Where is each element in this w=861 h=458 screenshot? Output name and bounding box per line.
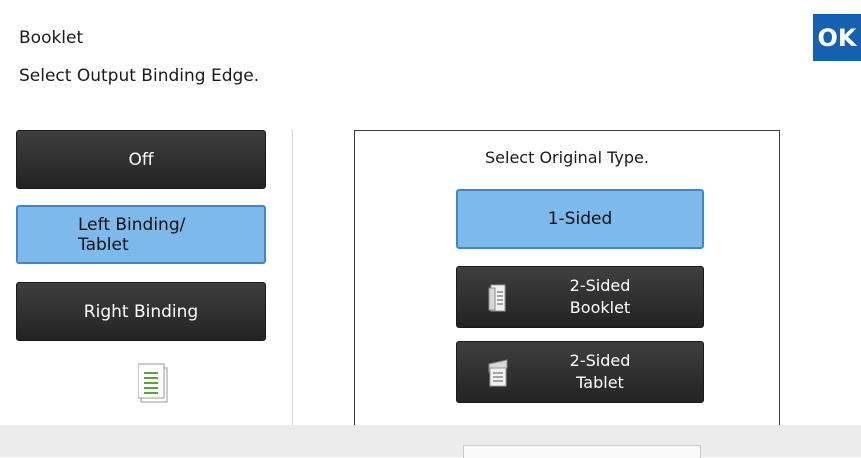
one-sided-button[interactable]: 1-Sided bbox=[456, 189, 704, 249]
binding-left-button[interactable]: Left Binding/ Tablet bbox=[16, 205, 266, 264]
booklet-line2: Booklet bbox=[569, 298, 631, 317]
two-sided-booklet-label: 2-Sided Booklet bbox=[570, 275, 631, 319]
binding-off-label: Off bbox=[128, 149, 154, 170]
binding-off-button[interactable]: Off bbox=[16, 130, 266, 189]
ok-button[interactable]: OK bbox=[813, 14, 861, 61]
binding-left-label: Left Binding/ Tablet bbox=[78, 214, 186, 255]
binding-right-label: Right Binding bbox=[83, 301, 199, 322]
booklet-icon bbox=[488, 284, 506, 312]
two-sided-tablet-label: 2-Sided Tablet bbox=[570, 350, 631, 394]
tablet-icon bbox=[488, 359, 508, 387]
original-type-panel: Select Original Type. 1-Sided 2-Sided Bo… bbox=[354, 130, 780, 426]
two-sided-tablet-button[interactable]: 2-Sided Tablet bbox=[456, 341, 704, 403]
top-band bbox=[0, 0, 861, 10]
bottom-partial-button bbox=[463, 445, 701, 458]
binding-right-button[interactable]: Right Binding bbox=[16, 282, 266, 341]
two-sided-booklet-button[interactable]: 2-Sided Booklet bbox=[456, 266, 704, 328]
original-type-prompt: Select Original Type. bbox=[485, 148, 649, 167]
one-sided-label: 1-Sided bbox=[547, 209, 613, 229]
page-title: Booklet bbox=[19, 28, 84, 48]
booklet-line1: 2-Sided bbox=[569, 276, 631, 295]
bottom-band bbox=[0, 425, 861, 457]
tablet-line2: Tablet bbox=[576, 373, 624, 392]
tablet-line1: 2-Sided bbox=[569, 351, 631, 370]
column-divider bbox=[292, 130, 293, 457]
page-subtitle: Select Output Binding Edge. bbox=[19, 66, 260, 86]
